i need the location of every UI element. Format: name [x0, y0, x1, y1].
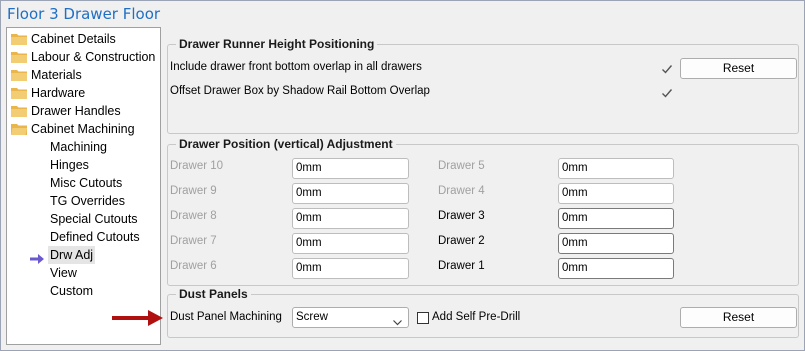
drawer-2-input[interactable]: 0mm: [558, 233, 674, 254]
drawer-4-label: Drawer 4: [438, 185, 485, 197]
tree-item-drawer-handles[interactable]: Drawer Handles: [7, 102, 160, 120]
drawer-2-label: Drawer 2: [438, 235, 485, 247]
dust-panel-machining-select[interactable]: Screw: [292, 307, 409, 328]
offset-shadow-rail-label: Offset Drawer Box by Shadow Rail Bottom …: [170, 85, 430, 97]
tree-item-cabinet-details[interactable]: Cabinet Details: [7, 30, 160, 48]
tree-item-label: Cabinet Details: [31, 32, 116, 46]
tree-item-defined-cutouts[interactable]: Defined Cutouts: [7, 228, 160, 246]
tree-item-tg-overrides[interactable]: TG Overrides: [7, 192, 160, 210]
tree-item-label: Cabinet Machining: [31, 122, 135, 136]
drawer-1-label: Drawer 1: [438, 260, 485, 272]
tree-item-label: Drw Adj: [48, 246, 96, 264]
tree-item-hinges[interactable]: Hinges: [7, 156, 160, 174]
group-title: Dust Panels: [176, 287, 251, 301]
tree-item-label: Hinges: [50, 158, 89, 172]
tree-item-label: Materials: [31, 68, 82, 82]
tree-item-label: Drawer Handles: [31, 104, 121, 118]
folder-icon: [11, 33, 27, 45]
include-front-overlap-checkbox[interactable]: [661, 63, 673, 75]
tree-item-label: TG Overrides: [50, 194, 126, 208]
folder-icon: [11, 87, 27, 99]
include-front-overlap-label: Include drawer front bottom overlap in a…: [170, 61, 422, 73]
tree-item-special-cutouts[interactable]: Special Cutouts: [7, 210, 160, 228]
dust-panel-machining-value: Screw: [296, 311, 328, 323]
tree-item-label: Hardware: [31, 86, 86, 100]
drawer-5-label: Drawer 5: [438, 160, 485, 172]
drawer-1-input[interactable]: 0mm: [558, 258, 674, 279]
tree-item-label: Custom: [50, 284, 94, 298]
tree-item-label: Defined Cutouts: [50, 230, 140, 244]
drawer-10-label: Drawer 10: [170, 160, 224, 172]
dust-reset-button[interactable]: Reset: [680, 307, 797, 328]
self-predrill-label: Add Self Pre-Drill: [432, 311, 521, 323]
tree-item-cabinet-machining[interactable]: Cabinet Machining: [7, 120, 160, 138]
drawer-4-input[interactable]: 0mm: [558, 183, 674, 204]
tree-item-misc-cutouts[interactable]: Misc Cutouts: [7, 174, 160, 192]
tree-item-label: Labour & Construction: [31, 50, 156, 64]
tree-item-custom[interactable]: Custom: [7, 282, 160, 300]
drawer-6-input[interactable]: 0mm: [292, 258, 409, 279]
group-title: Drawer Position (vertical) Adjustment: [176, 137, 396, 151]
tree-item-labour-construction[interactable]: Labour & Construction: [7, 48, 160, 66]
tree-item-machining[interactable]: Machining: [7, 138, 160, 156]
drawer-7-label: Drawer 7: [170, 235, 217, 247]
drawer-8-input[interactable]: 0mm: [292, 208, 409, 229]
tree-item-drw-adj[interactable]: Drw Adj: [7, 246, 160, 264]
tree-item-view[interactable]: View: [7, 264, 160, 282]
tree-item-label: Special Cutouts: [50, 212, 138, 226]
self-predrill-checkbox[interactable]: [417, 312, 429, 324]
drawer-9-input[interactable]: 0mm: [292, 183, 409, 204]
tree-item-label: View: [50, 266, 77, 280]
folder-icon: [11, 105, 27, 117]
drawer-7-input[interactable]: 0mm: [292, 233, 409, 254]
tree-item-materials[interactable]: Materials: [7, 66, 160, 84]
runner-reset-button[interactable]: Reset: [680, 58, 797, 79]
drawer-5-input[interactable]: 0mm: [558, 158, 674, 179]
tree-item-label: Misc Cutouts: [50, 176, 123, 190]
navigation-tree: Cabinet Details Labour & Construction Ma…: [6, 27, 161, 345]
folder-icon: [11, 69, 27, 81]
window-title: Floor 3 Drawer Floor: [7, 5, 161, 23]
open-folder-icon: [11, 123, 27, 135]
tree-item-label: Machining: [50, 140, 107, 154]
annotation-arrow-icon: [112, 309, 164, 327]
drawer-3-input[interactable]: 0mm: [558, 208, 674, 229]
dust-panel-machining-label: Dust Panel Machining: [170, 311, 282, 323]
drawer-9-label: Drawer 9: [170, 185, 217, 197]
drawer-3-label: Drawer 3: [438, 210, 485, 222]
drawer-10-input[interactable]: 0mm: [292, 158, 409, 179]
chevron-down-icon: [393, 314, 402, 326]
tree-item-hardware[interactable]: Hardware: [7, 84, 160, 102]
offset-shadow-rail-checkbox[interactable]: [661, 87, 673, 99]
drawer-8-label: Drawer 8: [170, 210, 217, 222]
folder-icon: [11, 51, 27, 63]
group-title: Drawer Runner Height Positioning: [176, 37, 378, 51]
selected-arrow-icon: [30, 251, 44, 264]
drawer-6-label: Drawer 6: [170, 260, 217, 272]
dialog-window: Floor 3 Drawer Floor Cabinet Details Lab…: [0, 0, 805, 351]
